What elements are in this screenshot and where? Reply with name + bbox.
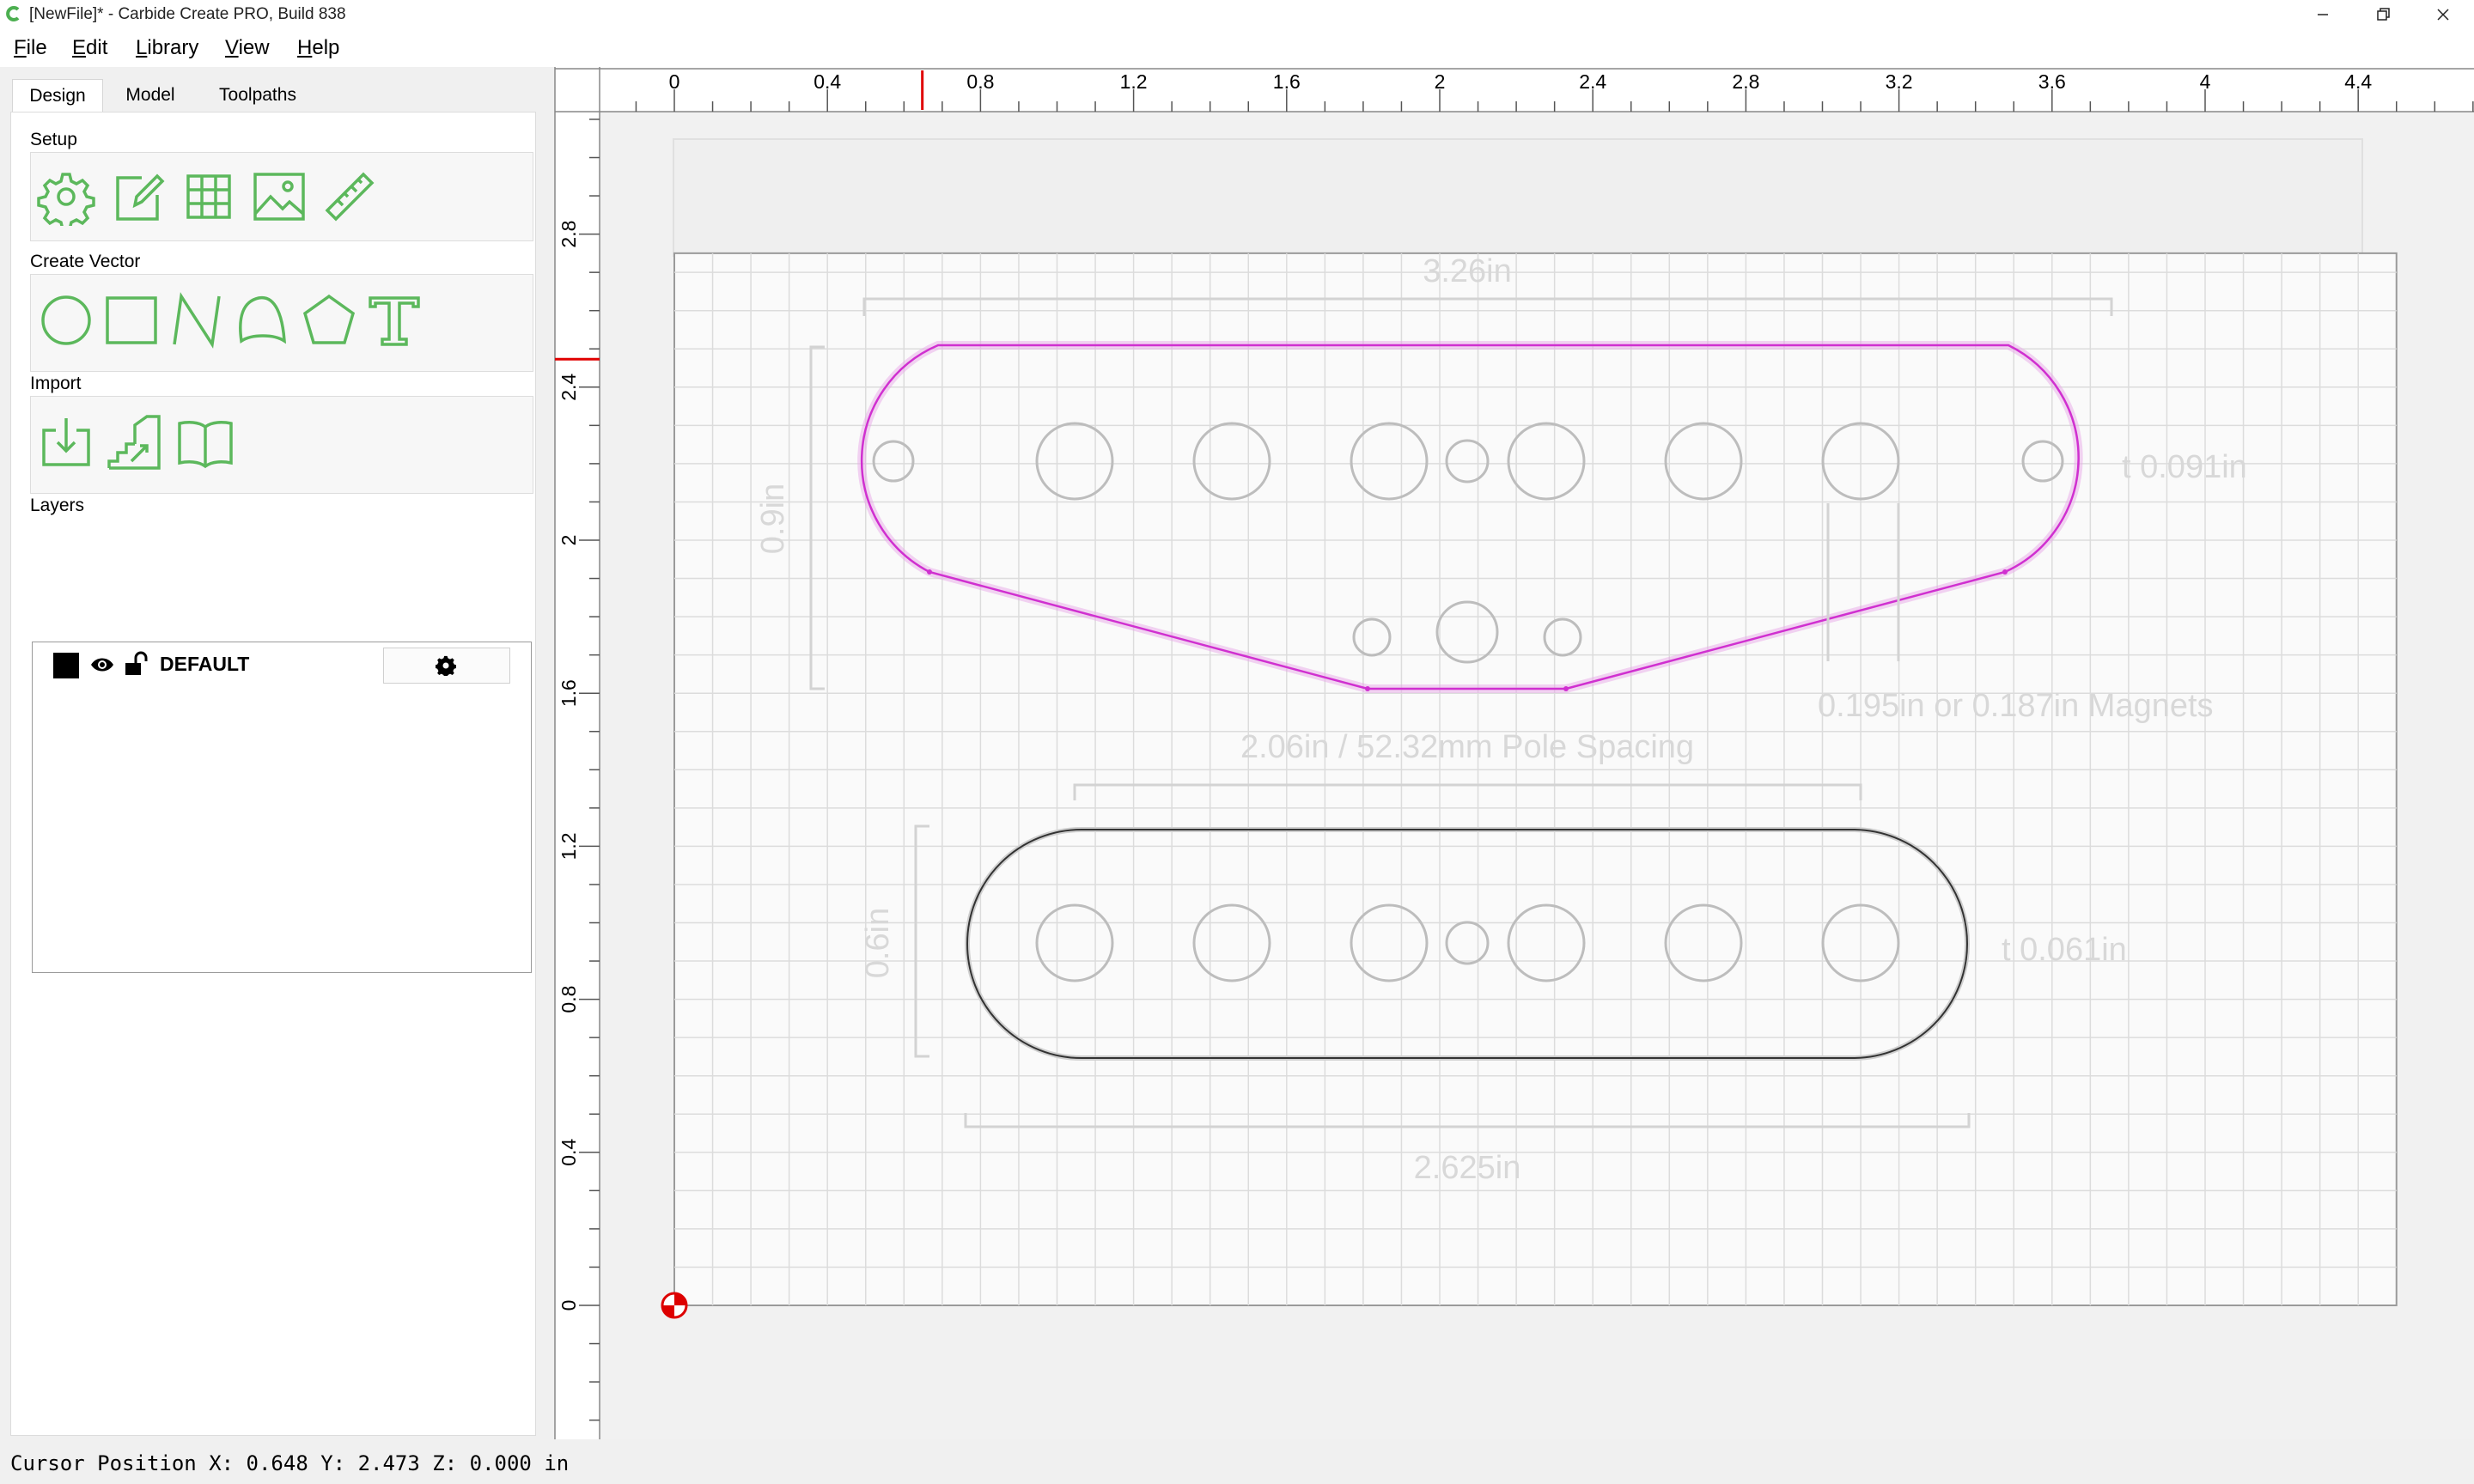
ruler-label-x: 1.2 (1120, 70, 1148, 93)
dim-top-height: 0.9in (755, 484, 791, 554)
dim-magnets: 0.195in or 0.187in Magnets (1818, 688, 2214, 724)
origin-marker-icon (661, 1292, 688, 1319)
ruler-label-x: 0.4 (813, 70, 841, 93)
dim-bottom-height: 0.6in (860, 908, 896, 978)
dim-bottom-width: 2.625in (1414, 1150, 1521, 1186)
node-point[interactable] (927, 569, 932, 575)
node-point[interactable] (1365, 686, 1370, 691)
ruler-label-y: 0 (558, 1300, 580, 1311)
node-point[interactable] (2002, 569, 2008, 575)
ruler-label-y: 1.6 (558, 679, 580, 707)
node-point[interactable] (1563, 686, 1569, 691)
ruler-label-x: 2 (1435, 70, 1446, 93)
drawing-canvas[interactable]: 0 0.4 0.8 1.2 1.6 2 2.4 2.8 3.2 3.6 4 4.4 0 0.4 0.8 1.2… (0, 0, 2474, 1484)
dim-bottom-thickness: t 0.061in (2002, 932, 2127, 968)
ruler-label-x: 4.4 (2344, 70, 2372, 93)
ruler-label-x: 1.6 (1273, 70, 1301, 93)
dim-top-thickness: t 0.091in (2122, 449, 2247, 485)
ruler-label-y: 2.4 (558, 374, 580, 401)
ruler-label-y: 1.2 (558, 832, 580, 860)
dim-top-width: 3.26in (1423, 253, 1512, 289)
ruler-label-y: 2.8 (558, 221, 580, 248)
ruler-label-x: 3.6 (2038, 70, 2066, 93)
ruler-label-y: 2 (558, 535, 580, 546)
ruler-label-x: 0 (669, 70, 680, 93)
dim-pole-spacing: 2.06in / 52.32mm Pole Spacing (1240, 729, 1694, 765)
ruler-label-y: 0.4 (558, 1139, 580, 1166)
ruler-label-x: 4 (2200, 70, 2211, 93)
stock-area (673, 252, 2398, 1306)
ruler-label-x: 0.8 (966, 70, 994, 93)
stock-rect (673, 252, 2398, 1306)
cursor-position: Cursor Position X: 0.648 Y: 2.473 Z: 0.0… (10, 1451, 570, 1475)
ruler-label-x: 2.8 (1732, 70, 1759, 93)
status-bar: Cursor Position X: 0.648 Y: 2.473 Z: 0.0… (0, 1439, 2474, 1484)
stock-shadow (673, 138, 2363, 257)
ruler-label-y: 0.8 (558, 986, 580, 1013)
ruler-label-x: 3.2 (1886, 70, 1913, 93)
ruler-label-x: 2.4 (1579, 70, 1606, 93)
